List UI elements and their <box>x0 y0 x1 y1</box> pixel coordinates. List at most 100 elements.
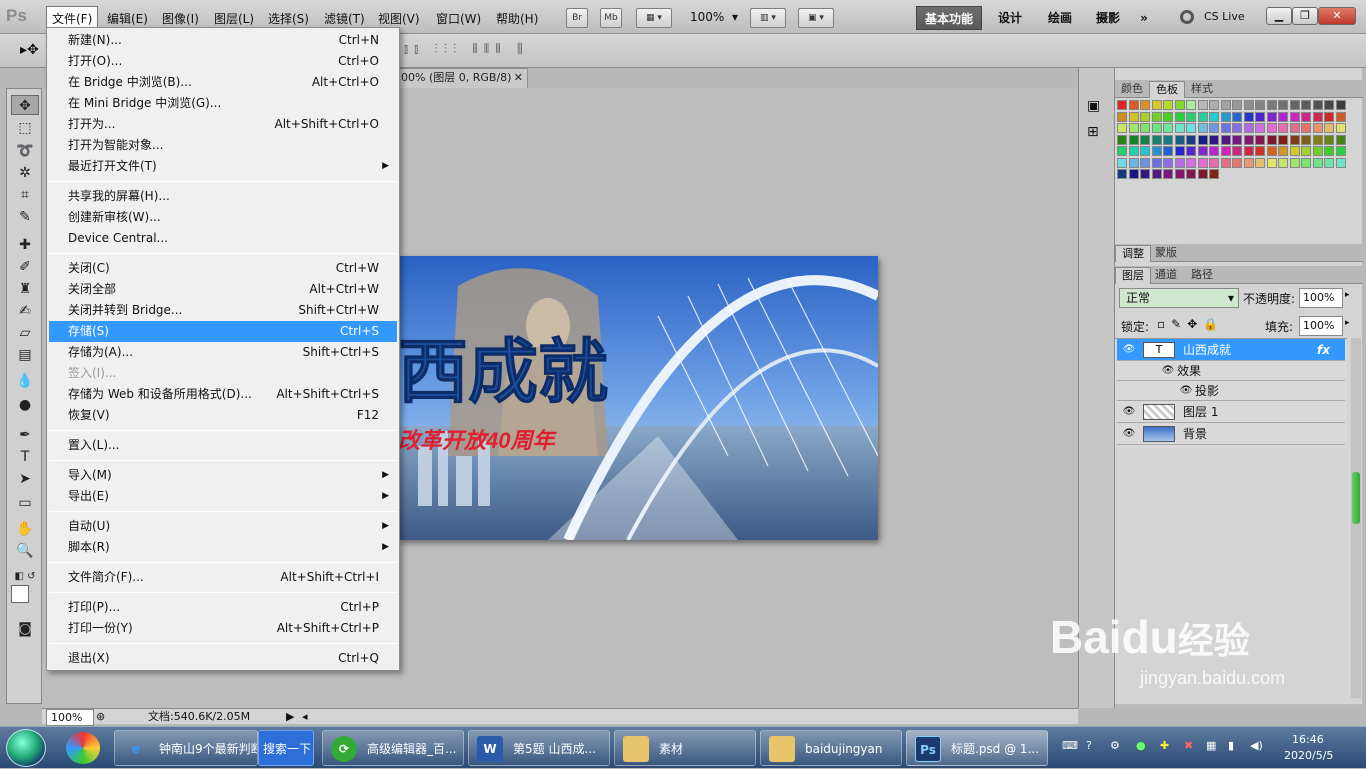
menu-window[interactable]: 窗口(W) <box>432 9 485 28</box>
brush-tool-icon[interactable]: ✐ <box>11 257 39 277</box>
color-swatch[interactable] <box>1220 123 1231 133</box>
taskbar-word[interactable]: W 第5题 山西成... <box>468 730 610 766</box>
layer-name[interactable]: 山西成就 <box>1183 339 1231 361</box>
color-swatch[interactable] <box>1140 157 1150 168</box>
status-icon[interactable]: ● <box>1136 739 1146 752</box>
quick-mask-icon[interactable]: ◙ <box>11 619 39 639</box>
mini-bridge-button[interactable]: Mb <box>600 8 622 28</box>
lasso-tool-icon[interactable]: ➰ <box>11 141 39 161</box>
file-menu-item[interactable]: 打开为智能对象... <box>49 135 397 156</box>
search-button[interactable]: 搜索一下 <box>258 730 314 766</box>
color-swatch[interactable] <box>1174 123 1185 133</box>
color-swatch[interactable] <box>1289 146 1300 156</box>
color-swatch[interactable] <box>1128 157 1139 168</box>
visibility-eye-icon[interactable]: 👁 <box>1179 384 1193 398</box>
color-swatch[interactable] <box>1163 169 1173 179</box>
cs-live-label[interactable]: CS Live <box>1200 9 1249 24</box>
color-swatch[interactable] <box>1163 123 1173 133</box>
file-menu-item[interactable]: 在 Mini Bridge 中浏览(G)... <box>49 93 397 114</box>
color-swatch[interactable] <box>1186 134 1196 145</box>
color-swatch[interactable] <box>1117 169 1127 179</box>
file-menu-item[interactable]: 关闭全部 Alt+Ctrl+W <box>49 279 397 300</box>
file-menu-item[interactable]: 最近打开文件(T) ▶ <box>49 156 397 177</box>
color-swatch[interactable] <box>1209 146 1219 156</box>
help-icon[interactable]: ? <box>1086 739 1092 752</box>
color-swatch[interactable] <box>1278 146 1288 156</box>
marquee-tool-icon[interactable]: ⬚ <box>11 118 39 138</box>
path-selection-tool-icon[interactable]: ➤ <box>11 469 39 489</box>
network-icon[interactable]: ▦ <box>1206 739 1216 752</box>
color-swatch[interactable] <box>1289 100 1300 110</box>
pinned-app-icon[interactable] <box>66 732 100 764</box>
taskbar-photoshop[interactable]: Ps 标题.psd @ 1... <box>906 730 1048 766</box>
taskbar-editor[interactable]: ⟳ 高级编辑器_百... <box>322 730 464 766</box>
color-swatch[interactable] <box>1140 100 1150 110</box>
file-menu-item[interactable]: 签入(I)... <box>49 363 397 384</box>
layer-row[interactable]: 👁 T 山西成就 fx <box>1117 339 1345 361</box>
menu-select[interactable]: 选择(S) <box>264 9 313 28</box>
color-swatch[interactable] <box>1324 134 1334 145</box>
taskbar-folder-baidu[interactable]: baidujingyan <box>760 730 902 766</box>
color-swatch[interactable] <box>1301 123 1311 133</box>
close-button[interactable]: ✕ <box>1318 7 1356 25</box>
color-swatch[interactable] <box>1117 111 1127 122</box>
color-swatch[interactable] <box>1163 111 1173 122</box>
color-swatch[interactable] <box>1174 111 1185 122</box>
color-swatch[interactable] <box>1209 100 1219 110</box>
crop-tool-icon[interactable]: ⌗ <box>11 185 39 205</box>
color-swatch[interactable] <box>1151 111 1162 122</box>
menu-image[interactable]: 图像(I) <box>158 9 203 28</box>
file-menu-item[interactable]: 关闭并转到 Bridge... Shift+Ctrl+W <box>49 300 397 321</box>
blend-mode-select[interactable]: 正常 ▾ <box>1119 288 1239 308</box>
color-swatch[interactable] <box>1266 134 1277 145</box>
color-swatch[interactable] <box>1186 146 1196 156</box>
file-menu-item[interactable]: 打开为... Alt+Shift+Ctrl+O <box>49 114 397 135</box>
clock-time[interactable]: 16:46 <box>1292 733 1324 746</box>
menu-edit[interactable]: 编辑(E) <box>103 9 152 28</box>
pen-tool-icon[interactable]: ✒ <box>11 425 39 445</box>
color-swatch[interactable] <box>1128 100 1139 110</box>
color-swatch[interactable] <box>1266 157 1277 168</box>
tab-swatches[interactable]: 色板 <box>1149 81 1185 98</box>
fill-field[interactable]: 100% <box>1299 316 1343 336</box>
color-swatch[interactable] <box>1140 146 1150 156</box>
keyboard-icon[interactable]: ⌨ <box>1062 739 1078 752</box>
lock-icons[interactable]: ▫✎✥🔒 <box>1157 317 1224 331</box>
blur-tool-icon[interactable]: 💧 <box>11 371 39 391</box>
color-swatch[interactable] <box>1312 111 1323 122</box>
color-swatch[interactable] <box>1312 157 1323 168</box>
tab-adjustments[interactable]: 调整 <box>1115 245 1151 262</box>
color-swatch[interactable] <box>1232 111 1242 122</box>
color-swatch[interactable] <box>1128 169 1139 179</box>
signal-icon[interactable]: ▮ <box>1228 739 1234 752</box>
color-swatch[interactable] <box>1324 111 1334 122</box>
color-swatch[interactable] <box>1128 111 1139 122</box>
file-menu-item[interactable]: 新建(N)... Ctrl+N <box>49 30 397 51</box>
color-swatch[interactable] <box>1209 134 1219 145</box>
file-menu-item[interactable]: 导出(E) ▶ <box>49 486 397 507</box>
file-menu-item[interactable]: 打印一份(Y) Alt+Shift+Ctrl+P <box>49 618 397 639</box>
color-swatch[interactable] <box>1243 134 1254 145</box>
restore-button[interactable]: ❐ <box>1292 7 1318 25</box>
color-swatch[interactable] <box>1255 146 1265 156</box>
tab-masks[interactable]: 蒙版 <box>1149 245 1183 262</box>
color-swatch[interactable] <box>1174 169 1185 179</box>
gradient-tool-icon[interactable]: ▤ <box>11 345 39 365</box>
color-swatch[interactable] <box>1140 123 1150 133</box>
layer-name[interactable]: 背景 <box>1183 423 1207 445</box>
color-swatch[interactable] <box>1163 146 1173 156</box>
color-swatch[interactable] <box>1335 111 1346 122</box>
layer-name[interactable]: 图层 1 <box>1183 401 1218 423</box>
taskbar-ie[interactable]: e 钟南山9个最新判断 <box>114 730 258 766</box>
history-brush-tool-icon[interactable]: ✍ <box>11 301 39 321</box>
color-swatch[interactable] <box>1312 134 1323 145</box>
workspace-painting[interactable]: 绘画 <box>1040 6 1080 30</box>
color-swatch[interactable] <box>1151 100 1162 110</box>
color-swatch[interactable] <box>1151 146 1162 156</box>
color-swatch[interactable] <box>1220 146 1231 156</box>
color-swatch[interactable] <box>1301 157 1311 168</box>
tab-paths[interactable]: 路径 <box>1185 267 1219 284</box>
color-swatch[interactable] <box>1151 123 1162 133</box>
color-swatch[interactable] <box>1220 100 1231 110</box>
color-swatch[interactable] <box>1324 157 1334 168</box>
